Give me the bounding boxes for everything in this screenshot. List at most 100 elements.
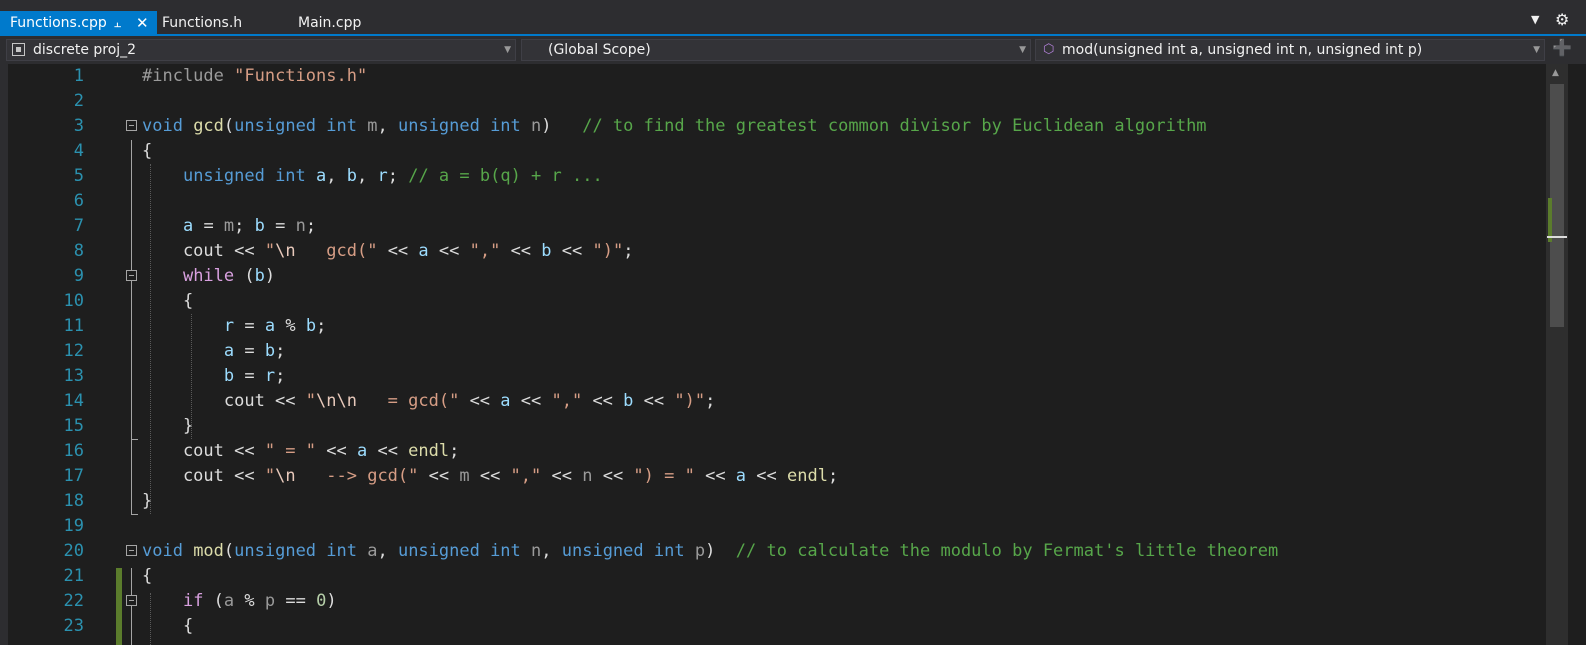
tab-main-cpp[interactable]: Main.cpp — [298, 11, 361, 36]
code-line[interactable]: 1 #include "Functions.h" — [0, 64, 1546, 89]
code-token: << — [541, 466, 583, 486]
code-token: endl — [408, 441, 450, 461]
code-line[interactable]: 22 if (a % p == 0) — [0, 589, 1546, 614]
caret-position-marker — [1547, 236, 1567, 238]
project-dropdown[interactable]: discrete proj_2 ▼ — [6, 39, 516, 61]
chevron-down-icon[interactable]: ▼ — [1533, 40, 1540, 60]
code-line[interactable]: 4{ — [0, 139, 1546, 164]
scrollbar-thumb[interactable] — [1550, 84, 1564, 327]
project-name: discrete proj_2 — [33, 42, 137, 58]
code-token: = — [234, 366, 265, 386]
code-line[interactable]: 20 void mod(unsigned int a, unsigned int … — [0, 539, 1546, 564]
code-text: r = a % b; — [142, 314, 326, 339]
line-number: 16 — [63, 441, 84, 461]
code-text: unsigned int a, b, r; // a = b(q) + r ..… — [142, 164, 603, 189]
gear-icon[interactable]: ⚙ — [1555, 10, 1569, 29]
code-editor[interactable]: 1 #include "Functions.h" 2 3 void gcd(unsign… — [0, 64, 1546, 645]
code-line[interactable]: 13 b = r; — [0, 364, 1546, 389]
code-token: << — [469, 466, 511, 486]
tab-functions-h[interactable]: Functions.h — [162, 11, 242, 36]
code-token: --> gcd(" — [295, 466, 419, 486]
code-token: ; — [449, 441, 460, 461]
collapse-icon[interactable] — [126, 595, 137, 606]
code-token: "," — [469, 241, 501, 261]
code-line[interactable]: 3 void gcd(unsigned int m, unsigned int n… — [0, 114, 1546, 139]
code-line[interactable]: 14 cout << "\n\n = gcd(" << a << "," << … — [0, 389, 1546, 414]
collapse-icon[interactable] — [126, 545, 137, 556]
pin-icon[interactable]: ⫠ — [114, 11, 121, 36]
code-token: // to find the greatest common divisor b… — [582, 116, 1207, 136]
code-token: << — [428, 241, 470, 261]
code-line[interactable]: 19 — [0, 514, 1546, 539]
code-line[interactable]: 10 { — [0, 289, 1546, 314]
code-token: a — [418, 241, 429, 261]
scope-dropdown[interactable]: (Global Scope) ▼ — [521, 39, 1031, 61]
line-number: 17 — [63, 466, 84, 486]
code-token: b — [305, 316, 317, 336]
code-token: void — [142, 116, 194, 136]
code-line[interactable]: 15 } — [0, 414, 1546, 439]
collapse-icon[interactable] — [126, 120, 137, 131]
code-line[interactable]: 7 a = m; b = n; — [0, 214, 1546, 239]
code-token: << — [459, 391, 501, 411]
code-line[interactable]: 18} — [0, 489, 1546, 514]
scroll-up-icon[interactable]: ▲ — [1552, 68, 1559, 78]
split-editor-icon[interactable]: ➕ — [1552, 38, 1572, 57]
collapse-icon[interactable] — [126, 270, 137, 281]
line-number: 8 — [73, 241, 84, 261]
code-token: ; — [623, 241, 634, 261]
code-token: b — [254, 266, 265, 286]
project-icon — [12, 43, 25, 56]
code-token: unsigned int — [397, 116, 532, 136]
tab-functions-cpp[interactable]: Functions.cpp ⫠ ✕ — [0, 11, 157, 36]
code-line[interactable]: 2 — [0, 89, 1546, 114]
code-token: << — [694, 466, 736, 486]
code-line[interactable]: 16 cout << " = " << a << endl; — [0, 439, 1546, 464]
code-token: mod — [193, 541, 224, 561]
code-token: ; — [387, 166, 409, 186]
code-token: a — [356, 441, 368, 461]
code-token: b — [254, 216, 265, 236]
code-line[interactable]: 23 { — [0, 614, 1546, 639]
code-token: endl — [787, 466, 828, 486]
code-line[interactable]: 5 unsigned int a, b, r; // a = b(q) + r … — [0, 164, 1546, 189]
code-token: " — [305, 391, 317, 411]
code-token: p — [264, 591, 276, 611]
code-token: b — [264, 341, 276, 361]
code-line[interactable]: 6 — [0, 189, 1546, 214]
code-line[interactable]: 11 r = a % b; — [0, 314, 1546, 339]
code-token: ) — [264, 266, 276, 286]
code-token: b — [623, 391, 634, 411]
member-dropdown[interactable]: ⬡ mod(unsigned int a, unsigned int n, un… — [1035, 39, 1545, 61]
tab-label: Main.cpp — [298, 15, 362, 31]
vertical-scrollbar[interactable]: ▲ — [1546, 64, 1568, 645]
code-token: << — [582, 391, 624, 411]
code-token: = — [193, 216, 224, 236]
code-line[interactable]: 12 a = b; — [0, 339, 1546, 364]
close-icon[interactable]: ✕ — [136, 11, 149, 36]
code-line[interactable]: 9 while (b) — [0, 264, 1546, 289]
code-token: a — [223, 591, 235, 611]
code-token: \n\n — [316, 391, 357, 411]
chevron-down-icon[interactable]: ▼ — [504, 40, 511, 60]
code-token: ; — [275, 366, 286, 386]
code-token: // a = b(q) + r ... — [408, 166, 603, 186]
chevron-down-icon[interactable]: ▼ — [1019, 40, 1026, 60]
code-line[interactable]: 21 { — [0, 564, 1546, 589]
code-text: if (a % p == 0) — [142, 589, 337, 614]
line-number: 21 — [63, 566, 84, 586]
code-token: } — [142, 416, 194, 436]
chevron-down-icon[interactable]: ▼ — [1531, 13, 1539, 26]
member-name: mod(unsigned int a, unsigned int n, unsi… — [1062, 42, 1423, 58]
line-number: 7 — [73, 216, 84, 236]
code-token: n — [295, 216, 306, 236]
code-line[interactable]: 17 cout << "\n --> gcd(" << m << "," << … — [0, 464, 1546, 489]
code-line[interactable]: 8 cout << "\n gcd(" << a << "," << b << … — [0, 239, 1546, 264]
code-token: cout << — [142, 441, 265, 461]
code-token: ; — [234, 216, 255, 236]
code-token: p — [694, 541, 706, 561]
tab-label: Functions.cpp — [10, 15, 107, 31]
code-text: cout << "\n gcd(" << a << "," << b << ")… — [142, 239, 634, 264]
code-token: << — [746, 466, 787, 486]
